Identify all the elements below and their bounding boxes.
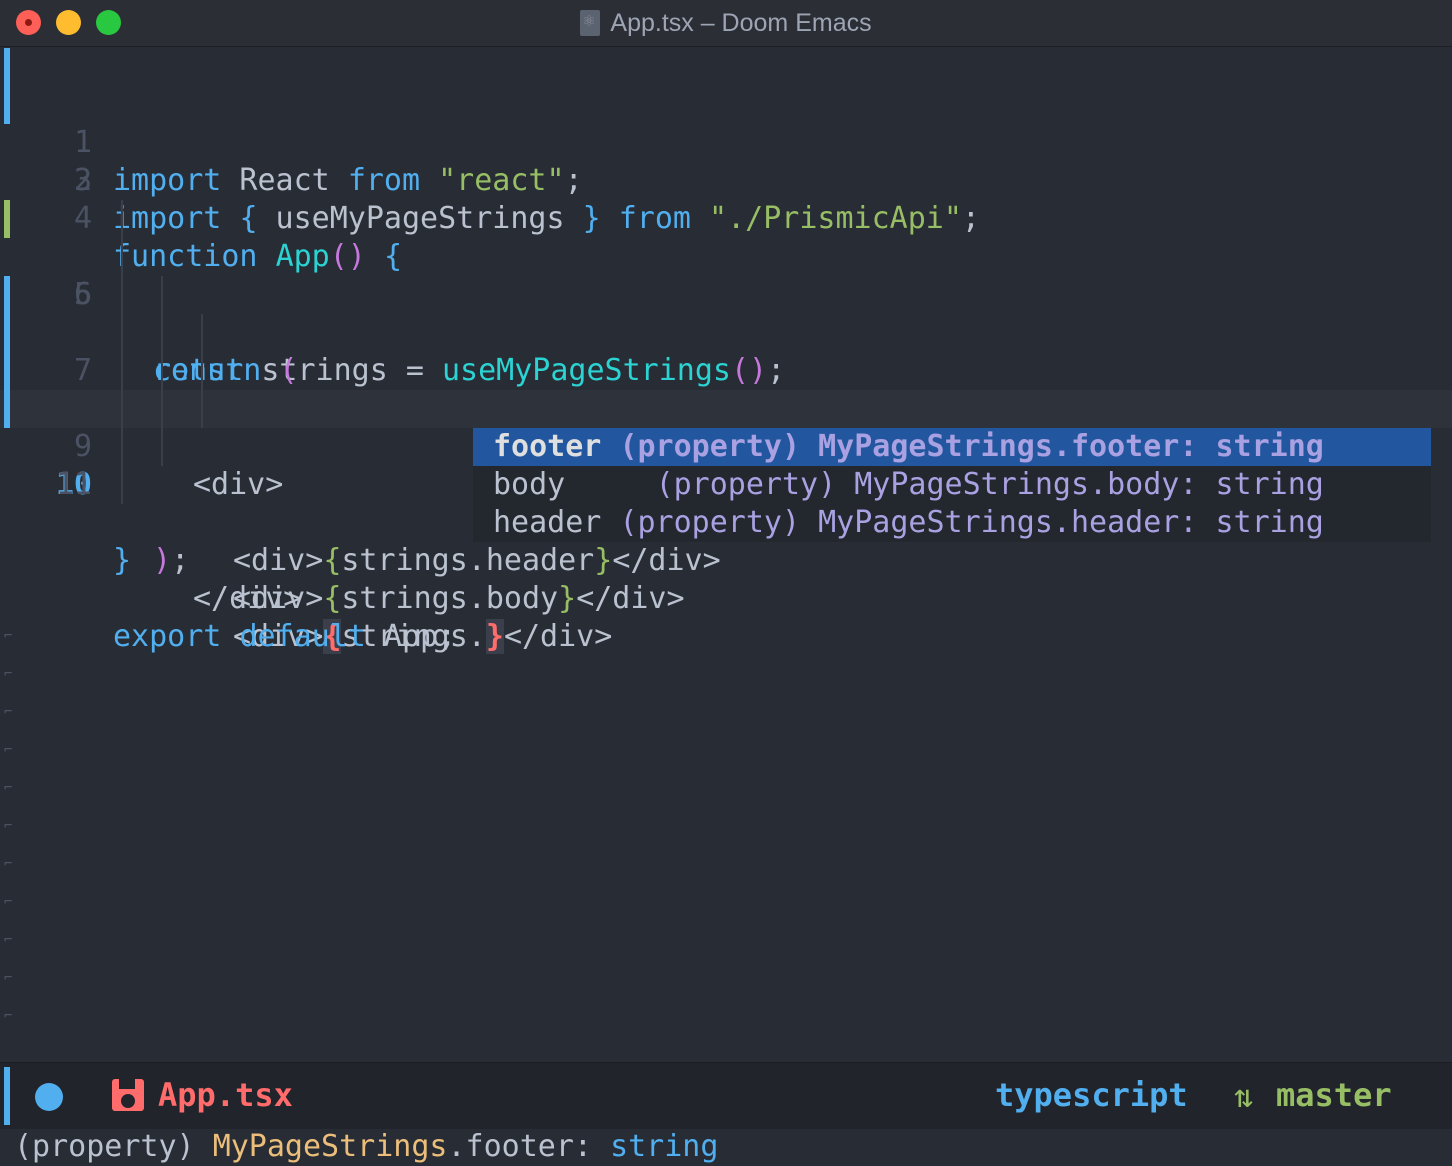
indent-guide — [161, 390, 163, 428]
git-gutter-modified — [4, 276, 10, 314]
git-gutter-modified — [4, 390, 10, 428]
completion-item[interactable]: header (property) MyPageStrings.header: … — [473, 504, 1431, 542]
code-line[interactable]: 7 <div> — [0, 276, 1452, 502]
echo-area: (property) MyPageStrings.footer: string — [0, 1128, 1452, 1166]
indent-guide — [121, 428, 123, 466]
buffer-name[interactable]: App.tsx — [158, 1076, 293, 1114]
completion-annotation: (property) MyPageStrings.header: string — [619, 505, 1324, 540]
mode-line: App.tsx typescript ⇅ master — [0, 1062, 1452, 1129]
window-title-text: App.tsx – Doom Emacs — [610, 9, 872, 37]
completion-annotation: (property) MyPageStrings.body: string — [655, 467, 1324, 502]
vcs-branch[interactable]: master — [1276, 1076, 1392, 1114]
editor-buffer[interactable]: 1 import React from "react"; 2 import { … — [0, 48, 1452, 1060]
code-line[interactable]: 2 import { useMyPageStrings } from "./Pr… — [0, 86, 1452, 236]
empty-line-indicator: ⌐ — [4, 742, 13, 758]
completion-candidate: body — [493, 467, 566, 502]
git-gutter-modified — [4, 314, 10, 352]
empty-line-indicator: ⌐ — [4, 666, 13, 682]
empty-line-indicator: ⌐ — [4, 1008, 13, 1024]
code-line[interactable]: 6 return ( — [0, 238, 1452, 388]
code-line[interactable]: 4 function App() { — [0, 162, 1452, 274]
echo-member: .footer: — [447, 1129, 611, 1164]
line-text: export default App; — [113, 619, 457, 654]
indent-guide — [121, 276, 123, 314]
completion-popup[interactable]: footer (property) MyPageStrings.footer: … — [473, 428, 1431, 542]
indent-guide — [161, 276, 163, 314]
echo-kind: (property) — [14, 1129, 195, 1164]
window-title: App.tsx – Doom Emacs — [0, 9, 1452, 38]
major-mode[interactable]: typescript — [995, 1076, 1188, 1114]
empty-line-indicator: ⌐ — [4, 780, 13, 796]
empty-line-indicator: ⌐ — [4, 856, 13, 872]
code-line[interactable]: 5 const strings = useMyPageStrings(); — [0, 200, 1452, 388]
code-line[interactable]: 1 import React from "react"; — [0, 48, 1452, 198]
modeline-bar — [4, 1067, 10, 1125]
indent-guide — [201, 314, 203, 352]
react-file-icon — [580, 10, 601, 36]
code-line[interactable]: 3 — [0, 124, 1452, 198]
empty-line-indicator: ⌐ — [4, 894, 13, 910]
empty-line-indicator: ⌐ — [4, 628, 13, 644]
indent-guide — [121, 314, 123, 352]
code-line[interactable]: 9 <div>{strings.body}</div> — [0, 352, 1452, 616]
code-line-current[interactable]: 10 <div>{strings.}</div> — [0, 390, 1452, 654]
completion-candidate: footer — [493, 429, 602, 464]
git-gutter-added — [4, 200, 10, 238]
completion-item[interactable]: body (property) MyPageStrings.body: stri… — [473, 466, 1431, 504]
git-gutter-modified — [4, 352, 10, 390]
indent-guide — [121, 390, 123, 428]
empty-line-indicator: ⌐ — [4, 818, 13, 834]
line-text: <div>{strings.header}</div> — [233, 543, 721, 578]
indent-guide — [201, 352, 203, 390]
git-gutter-modified — [4, 86, 10, 124]
completion-candidate: header — [493, 505, 602, 540]
completion-item-selected[interactable]: footer (property) MyPageStrings.footer: … — [473, 428, 1431, 466]
indent-guide — [161, 314, 163, 352]
echo-symbol: MyPageStrings — [212, 1129, 448, 1164]
echo-type: string — [610, 1129, 719, 1164]
indent-guide — [161, 428, 163, 466]
line-text: } — [113, 543, 132, 578]
git-gutter-modified — [4, 48, 10, 86]
git-branch-icon: ⇅ — [1234, 1077, 1254, 1115]
indent-guide — [161, 352, 163, 390]
empty-line-indicator: ⌐ — [4, 970, 13, 986]
code-line[interactable]: export default App; — [0, 580, 1452, 654]
indent-guide — [121, 238, 123, 276]
empty-line-indicator: ⌐ — [4, 704, 13, 720]
save-icon[interactable] — [112, 1079, 144, 1111]
empty-line-indicator: ⌐ — [4, 932, 13, 948]
indent-guide — [121, 466, 123, 504]
indent-guide — [201, 390, 203, 428]
indent-guide — [121, 352, 123, 390]
line-text: ); — [153, 543, 190, 578]
indent-guide — [121, 200, 123, 238]
completion-annotation: (property) MyPageStrings.footer: string — [619, 429, 1324, 464]
code-line[interactable]: 8 <div>{strings.header}</div> — [0, 314, 1452, 578]
title-bar: App.tsx – Doom Emacs — [0, 0, 1452, 47]
modified-dot-icon — [35, 1083, 63, 1111]
